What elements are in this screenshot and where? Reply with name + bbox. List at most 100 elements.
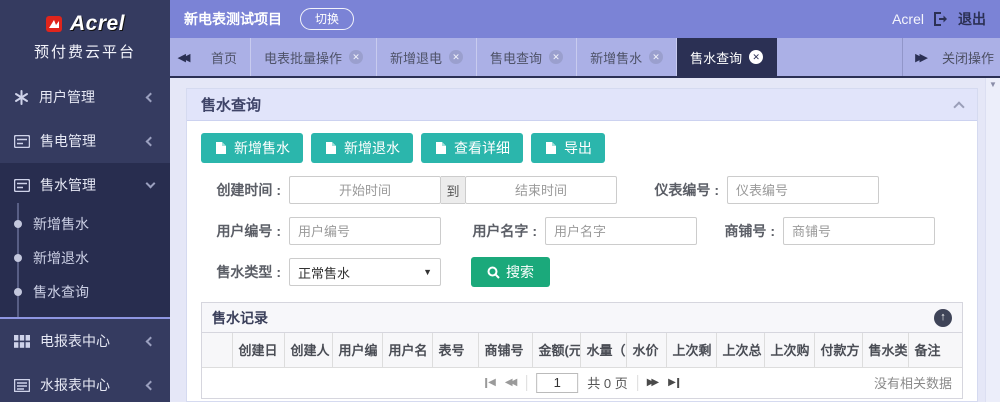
sidebar-group-water-sales: 售水管理 新增售水 新增退水 售水查询	[0, 163, 170, 319]
tab-new-water-sale[interactable]: 新增售水 ✕	[577, 38, 677, 76]
search-button[interactable]: 搜索	[471, 257, 550, 287]
tabs-scroll-right-icon[interactable]: ▶▶	[915, 51, 928, 64]
pagination-bar: ◀ ◀◀ 共 0 页 ▶▶ ▶ 没有相关数据	[202, 368, 962, 398]
meter-no-input[interactable]	[727, 176, 879, 204]
end-time-input[interactable]	[465, 176, 617, 204]
bullet-icon	[14, 254, 22, 262]
user-no-input[interactable]	[289, 217, 441, 245]
sidebar: Acrel 预付费云平台 用户管理 售电管理	[0, 0, 170, 402]
logout-icon[interactable]	[933, 12, 949, 26]
column-header-payment-method: 付款方	[814, 333, 862, 367]
user-no-label: 用户编号 :	[201, 221, 281, 241]
button-label: 搜索	[506, 262, 534, 282]
sale-type-selected-value: 正常售水	[298, 263, 350, 282]
sidebar-subitem-new-water-sale[interactable]: 新增售水	[0, 207, 170, 241]
button-label: 查看详细	[454, 138, 510, 158]
no-data-message: 没有相关数据	[874, 373, 962, 392]
tab-power-sale-query[interactable]: 售电查询 ✕	[477, 38, 577, 76]
card-icon	[14, 179, 30, 192]
sidebar-item-electricity-sales[interactable]: 售电管理	[0, 119, 170, 163]
file-icon	[324, 141, 337, 155]
first-page-icon[interactable]: ◀	[485, 378, 496, 388]
collapse-up-circle-icon[interactable]: ↑	[934, 309, 952, 327]
column-header-sale-type: 售水类	[862, 333, 908, 367]
app-window: Acrel 预付费云平台 用户管理 售电管理	[0, 0, 1000, 402]
card-icon	[14, 135, 30, 148]
user-name-label: 用户名字 :	[465, 221, 537, 241]
top-header-bar: 新电表测试项目 切换 Acrel 退出	[170, 0, 1000, 38]
collapse-chevron-icon[interactable]	[953, 101, 964, 112]
scrollbar-arrow-icon[interactable]: ▼	[986, 78, 1000, 92]
export-button[interactable]: 导出	[531, 133, 605, 163]
project-name: 新电表测试项目	[184, 9, 282, 29]
tab-close-icon[interactable]: ✕	[449, 50, 463, 64]
panel-title: 售水查询	[201, 94, 261, 115]
tab-bar: ◀◀ 首页 电表批量操作 ✕ 新增退电 ✕ 售电查询 ✕ 新增售水 ✕ 售水查询…	[170, 38, 1000, 78]
column-header-shop-no: 商铺号	[478, 333, 532, 367]
scrollbar-track[interactable]: ▼	[985, 78, 1000, 402]
records-title: 售水记录	[212, 308, 268, 328]
meter-no-label: 仪表编号 :	[639, 180, 719, 200]
new-water-refund-button[interactable]: 新增退水	[311, 133, 413, 163]
shop-no-input[interactable]	[783, 217, 935, 245]
close-operations-menu[interactable]: 关闭操作	[942, 48, 994, 67]
sidebar-item-user-management[interactable]: 用户管理	[0, 75, 170, 119]
bullet-icon	[14, 288, 22, 296]
new-water-sale-button[interactable]: 新增售水	[201, 133, 303, 163]
sidebar-item-label: 电报表中心	[40, 331, 110, 351]
tab-label: 电表批量操作	[264, 48, 342, 67]
tab-close-icon[interactable]: ✕	[549, 50, 563, 64]
logout-button[interactable]: 退出	[958, 9, 986, 29]
form-row-1: 创建时间 : 到 仪表编号 :	[201, 176, 963, 204]
sidebar-subitem-water-sale-query[interactable]: 售水查询	[0, 275, 170, 309]
create-time-label: 创建时间 :	[201, 180, 281, 200]
tab-close-icon[interactable]: ✕	[749, 50, 763, 64]
tab-home[interactable]: 首页	[198, 38, 251, 76]
sidebar-submenu: 新增售水 新增退水 售水查询	[0, 207, 170, 309]
tab-meter-batch-ops[interactable]: 电表批量操作 ✕	[251, 38, 377, 76]
sidebar-subitem-new-water-refund[interactable]: 新增退水	[0, 241, 170, 275]
prev-page-icon[interactable]: ◀◀	[505, 378, 517, 388]
sidebar-subitem-label: 新增退水	[33, 248, 89, 268]
last-page-icon[interactable]: ▶	[668, 378, 679, 388]
table-header-row: 创建日 创建人 用户编 用户名 表号 商铺号 金额(元 水量（ 水价 上次剩 上…	[202, 333, 962, 367]
tab-close-icon[interactable]: ✕	[349, 50, 363, 64]
sidebar-item-electricity-report-center[interactable]: 电报表中心	[0, 319, 170, 363]
next-page-icon[interactable]: ▶▶	[647, 378, 659, 388]
tab-label: 新增售水	[590, 48, 642, 67]
grid-icon	[14, 335, 30, 348]
column-header-last-remaining: 上次剩	[666, 333, 716, 367]
sidebar-item-label: 用户管理	[39, 87, 95, 107]
view-detail-button[interactable]: 查看详细	[421, 133, 523, 163]
total-pages-label: 共 0 页	[587, 373, 627, 392]
switch-project-button[interactable]: 切换	[300, 8, 354, 30]
sidebar-item-water-report-center[interactable]: 水报表中心	[0, 363, 170, 402]
panel-header: 售水查询	[187, 89, 977, 121]
tab-label: 首页	[211, 48, 237, 67]
records-table: 创建日 创建人 用户编 用户名 表号 商铺号 金额(元 水量（ 水价 上次剩 上…	[202, 333, 962, 368]
shop-no-label: 商铺号 :	[713, 221, 775, 241]
sidebar-item-label: 售水管理	[40, 175, 96, 195]
sidebar-subitem-label: 新增售水	[33, 214, 89, 234]
tabs-scroll-left-icon[interactable]: ◀◀	[170, 38, 198, 76]
start-time-input[interactable]	[289, 176, 441, 204]
account-name: Acrel	[892, 11, 924, 27]
user-name-input[interactable]	[545, 217, 697, 245]
sidebar-item-label: 售电管理	[40, 131, 96, 151]
list-icon	[14, 379, 30, 392]
tab-water-sale-query-active[interactable]: 售水查询 ✕	[677, 38, 777, 76]
column-header-user-name: 用户名	[382, 333, 432, 367]
bullet-icon	[14, 220, 22, 228]
form-row-2: 用户编号 : 用户名字 : 商铺号 :	[201, 217, 963, 245]
toolbar: 新增售水 新增退水 查看详细	[201, 133, 963, 163]
tab-close-icon[interactable]: ✕	[649, 50, 663, 64]
file-icon	[214, 141, 227, 155]
page-number-input[interactable]	[536, 373, 578, 393]
column-header-last-total: 上次总	[716, 333, 764, 367]
chevron-left-icon	[146, 380, 156, 390]
sidebar-item-water-sales[interactable]: 售水管理	[0, 163, 170, 207]
divider	[526, 375, 527, 391]
tab-new-power-refund[interactable]: 新增退电 ✕	[377, 38, 477, 76]
sale-type-select[interactable]: 正常售水 ▼	[289, 258, 441, 286]
tab-label: 售电查询	[490, 48, 542, 67]
